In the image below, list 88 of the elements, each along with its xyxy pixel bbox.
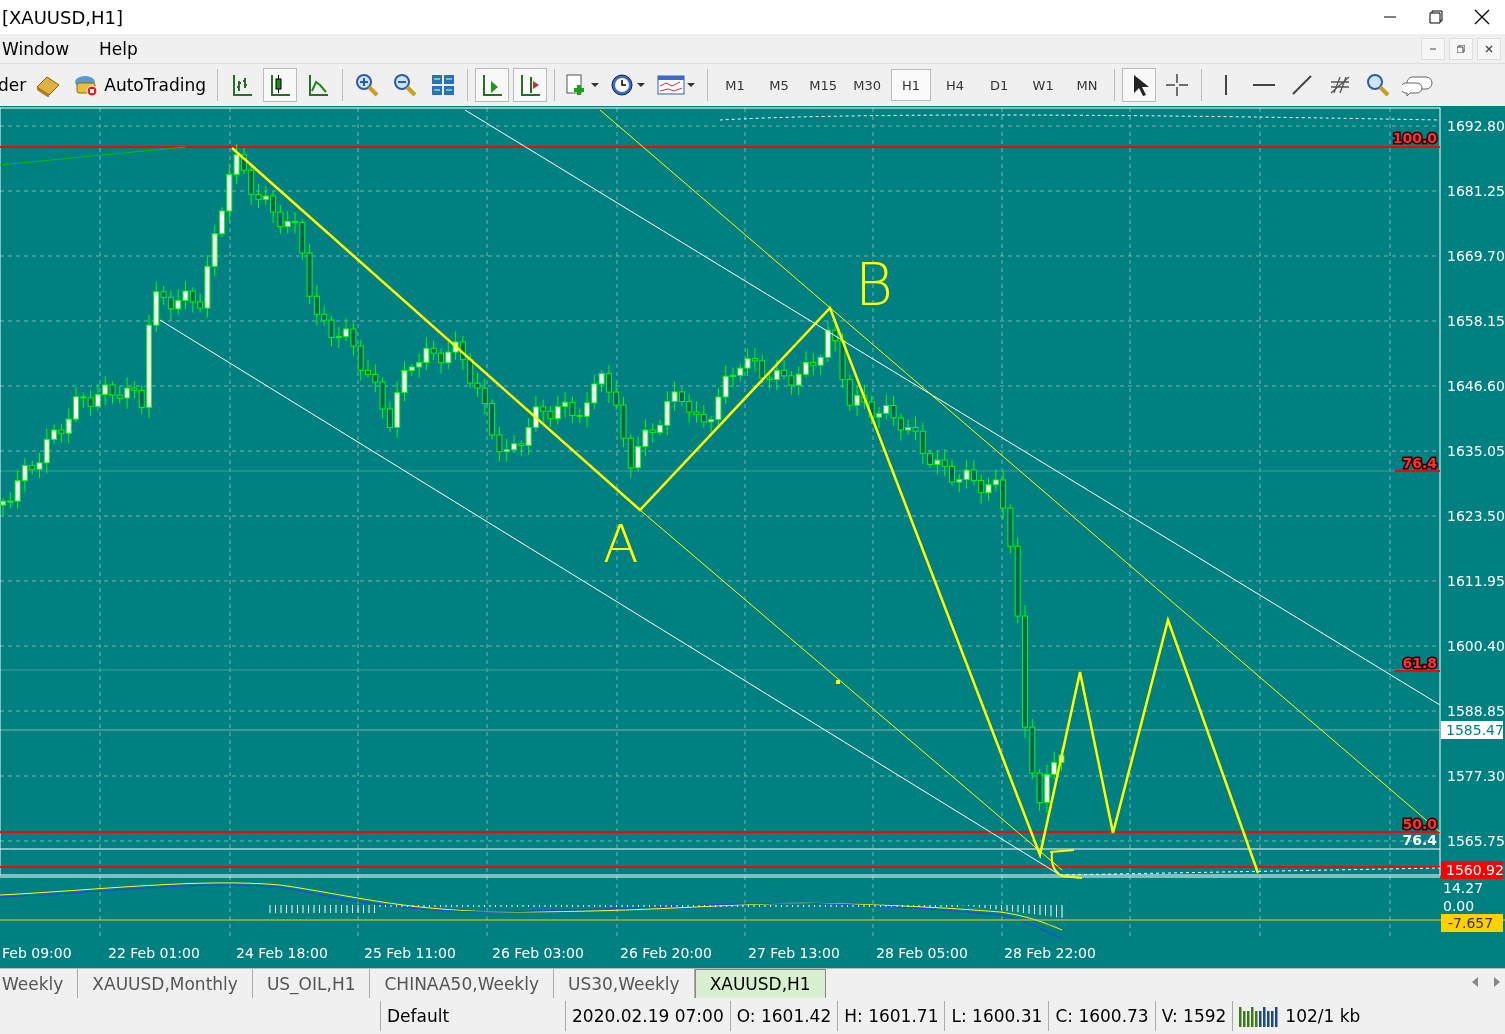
autoscroll-icon <box>518 73 543 97</box>
timeframe-button[interactable]: MN <box>1067 69 1108 101</box>
candlestick-icon <box>268 73 293 97</box>
status-cell: O: 1601.42 <box>729 1001 838 1031</box>
menu-item[interactable]: Help <box>99 38 138 59</box>
restore-icon <box>1457 44 1465 53</box>
search-icon <box>1366 73 1391 97</box>
indicator-axis-label: 14.27 <box>1443 880 1484 896</box>
status-cell: L: 1600.31 <box>944 1001 1049 1031</box>
fibonacci-label: 76.4 <box>1402 455 1437 471</box>
timeframe-button[interactable]: W1 <box>1023 69 1064 101</box>
minimize-icon <box>1429 47 1437 50</box>
price-axis-label: 1565.75 <box>1447 833 1505 849</box>
chart-shift-icon <box>480 73 505 97</box>
timeframe-button[interactable]: M15 <box>803 69 844 101</box>
price-axis-label: 1681.25 <box>1447 183 1505 199</box>
fibonacci-label: 100.0 <box>1392 130 1437 146</box>
timeframe-button[interactable]: M30 <box>847 69 888 101</box>
price-axis-label: 1588.85 <box>1447 703 1505 719</box>
status-cell: H: 1601.71 <box>837 1001 945 1031</box>
pen-stroke <box>1049 849 1083 879</box>
horizontal-line-icon <box>1253 83 1276 87</box>
price-axis-label: 1635.05 <box>1447 443 1505 459</box>
autoscroll-button[interactable] <box>513 68 548 102</box>
indicator-axis-label: 0.00 <box>1443 898 1475 914</box>
scroll-left-icon[interactable] <box>1471 977 1479 987</box>
price-axis-label: 1611.95 <box>1447 573 1505 589</box>
price-axis-label: 1577.30 <box>1447 768 1505 784</box>
price-axis-label: 1646.60 <box>1447 378 1505 394</box>
price-axis-label: 1623.50 <box>1447 508 1505 524</box>
status-cell: 2020.02.19 07:00 <box>565 1001 730 1031</box>
handwritten-label: A <box>603 514 639 574</box>
menu-item[interactable]: Window <box>2 38 70 59</box>
time-axis-label: 25 Feb 11:00 <box>364 945 456 961</box>
fibonacci-label: 76.4 <box>1402 832 1437 848</box>
price-axis-label: 1669.70 <box>1447 248 1505 264</box>
timeframe-button[interactable]: M5 <box>759 69 800 101</box>
cursor-button[interactable] <box>1122 68 1157 102</box>
close-icon <box>1485 44 1493 53</box>
price-axis-label: 1692.80 <box>1447 118 1505 134</box>
fibonacci-label: 61.8 <box>1402 655 1437 671</box>
close-button[interactable] <box>1477 37 1501 60</box>
fibonacci-level-line <box>1394 670 1441 672</box>
price-level-tag: 1560.92 <box>1441 861 1504 879</box>
zoom-out-icon <box>393 73 418 97</box>
bid-price-tag: 1585.47 <box>1441 721 1504 739</box>
connection-bars-icon <box>1239 1005 1280 1027</box>
minimize-icon <box>1384 16 1396 18</box>
autotrading-button[interactable]: AutoTrading <box>68 73 211 97</box>
status-cell: V: 1592 <box>1154 1001 1233 1031</box>
time-axis-label: 27 Feb 13:00 <box>748 945 840 961</box>
time-axis-label: 24 Feb 18:00 <box>236 945 328 961</box>
crosshair-icon <box>1165 73 1190 97</box>
tile-windows-icon <box>431 73 456 97</box>
time-axis-label: 26 Feb 03:00 <box>492 945 584 961</box>
timeframe-button[interactable]: D1 <box>979 69 1020 101</box>
traffic-label: 102/1 kb <box>1285 1006 1361 1026</box>
handwritten-label: B <box>855 251 893 319</box>
time-axis-label: 28 Feb 05:00 <box>876 945 968 961</box>
zoom-in-icon <box>355 73 380 97</box>
timeframe-button[interactable]: M1 <box>715 69 756 101</box>
price-axis-label: 1600.40 <box>1447 638 1505 654</box>
add-indicator-icon <box>565 73 602 97</box>
fibonacci-level-line <box>1394 470 1441 472</box>
timeframe-button[interactable]: H1 <box>891 69 932 101</box>
chart-shift-button[interactable] <box>475 68 510 102</box>
close-icon <box>1474 9 1490 25</box>
bar-chart-icon <box>230 73 255 97</box>
restore-icon <box>1429 10 1443 24</box>
timeframe-button[interactable]: H4 <box>935 69 976 101</box>
window-title: [XAUUSD,H1] <box>1 6 124 28</box>
indicator-value-tag: -7.657 <box>1441 914 1503 932</box>
clock-icon <box>611 73 648 97</box>
scroll-right-icon[interactable] <box>1493 977 1501 987</box>
status-cell: Default <box>380 1001 565 1031</box>
price-axis-label: 1658.15 <box>1447 313 1505 329</box>
anchor-point <box>836 680 840 684</box>
time-axis-label: 22 Feb 01:00 <box>108 945 200 961</box>
status-cell: C: 1600.73 <box>1048 1001 1155 1031</box>
template-icon <box>657 73 698 97</box>
line-chart-icon <box>306 73 331 97</box>
time-axis-label: 26 Feb 20:00 <box>620 945 712 961</box>
chart-tab[interactable]: XAUUSD,H1 <box>694 969 826 998</box>
time-axis-label: Feb 09:00 <box>2 945 72 961</box>
autotrading-icon <box>72 73 101 97</box>
candlestick-button[interactable] <box>263 68 298 102</box>
time-axis-label: 28 Feb 22:00 <box>1004 945 1096 961</box>
trendline-icon <box>1290 73 1315 97</box>
